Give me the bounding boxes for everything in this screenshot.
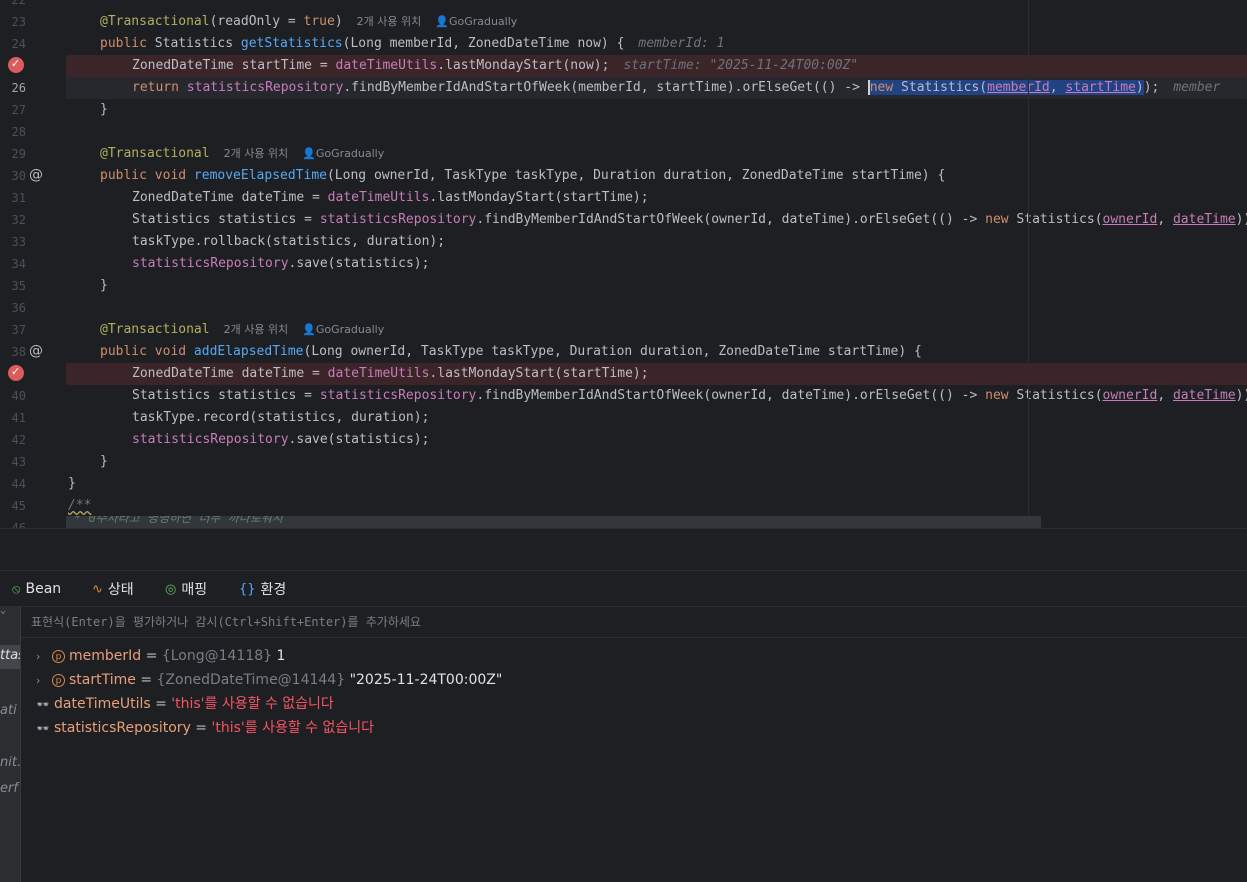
watch-glasses-icon: 👓 xyxy=(36,698,50,711)
tab-bean[interactable]: ⦸ Bean xyxy=(12,579,61,599)
code-line-breakpoint[interactable]: ZonedDateTime startTime = dateTimeUtils.… xyxy=(66,55,1247,77)
code-line[interactable]: /** xyxy=(66,495,1247,517)
line-number: 44 xyxy=(11,477,26,491)
inline-value-hint: memberId: 1 xyxy=(638,36,725,51)
variable-row[interactable]: › p memberId = {Long@14118} 1 xyxy=(36,644,285,668)
line-number: 33 xyxy=(11,235,26,249)
frames-strip[interactable]: ⌄ ttas ati nit. erf xyxy=(0,607,21,882)
frame-item[interactable]: erf xyxy=(0,781,18,796)
code-line[interactable]: taskType.record(statistics, duration); xyxy=(66,407,1247,429)
line-number: 41 xyxy=(11,411,26,425)
usages-hint[interactable]: 2개 사용 위치 xyxy=(357,15,422,28)
bean-icon: ⦸ xyxy=(12,581,21,597)
debug-tabs: ⦸ Bean ∿ 상태 ◎ 매핑 {} 환경 xyxy=(0,571,1247,607)
line-number: 30 xyxy=(11,169,26,183)
code-line[interactable]: public Statistics getStatistics(Long mem… xyxy=(66,33,1247,55)
line-number: 37 xyxy=(11,323,26,337)
code-line[interactable]: @Transactional 2개 사용 위치 👤GoGradually xyxy=(66,319,1247,341)
code-line[interactable]: public void addElapsedTime(Long ownerId,… xyxy=(66,341,1247,363)
chevron-right-icon[interactable]: › xyxy=(36,645,52,669)
frame-item[interactable]: ttas xyxy=(0,648,20,663)
line-number: 32 xyxy=(11,213,26,227)
code-line[interactable]: @Transactional 2개 사용 위치 👤GoGradually xyxy=(66,143,1247,165)
code-line[interactable]: statisticsRepository.save(statistics); xyxy=(66,429,1247,451)
tab-mapping[interactable]: ◎ 매핑 xyxy=(165,579,207,599)
inline-value-hint: startTime: "2025-11-24T00:00Z" xyxy=(623,58,859,73)
line-number: 38 xyxy=(11,345,26,359)
tab-environment[interactable]: {} 환경 xyxy=(239,579,286,599)
status-icon: ∿ xyxy=(92,581,103,597)
code-line[interactable]: } xyxy=(66,451,1247,473)
author-hint[interactable]: 👤GoGradually xyxy=(302,323,384,336)
line-number: 36 xyxy=(11,301,26,315)
code-editor[interactable]: 22 23 24 26 27 28 29 30 @ 31 32 33 34 35… xyxy=(0,0,1247,528)
line-number: 35 xyxy=(11,279,26,293)
spring-endpoint-icon[interactable]: @ xyxy=(28,167,44,183)
author-hint[interactable]: 👤GoGradually xyxy=(302,147,384,160)
author-hint[interactable]: 👤GoGradually xyxy=(435,15,517,28)
variable-row[interactable]: 👓 statisticsRepository = 'this'를 사용할 수 없습… xyxy=(36,716,374,740)
usages-hint[interactable]: 2개 사용 위치 xyxy=(224,323,289,336)
variable-row[interactable]: › p startTime = {ZonedDateTime@14144} "202… xyxy=(36,668,502,692)
code-line[interactable]: } xyxy=(66,275,1247,297)
code-line[interactable]: Statistics statistics = statisticsReposi… xyxy=(66,385,1247,407)
mapping-icon: ◎ xyxy=(165,581,177,597)
debug-panel: ⦸Bean ∿상태 ◎매핑 {}환경 ⌄ ttas ati nit. erf 표… xyxy=(0,570,1247,882)
code-line[interactable]: ZonedDateTime dateTime = dateTimeUtils.l… xyxy=(66,187,1247,209)
line-number: 26 xyxy=(11,81,26,95)
line-number: 40 xyxy=(11,389,26,403)
parameter-icon: p xyxy=(52,673,65,687)
spring-endpoint-icon[interactable]: @ xyxy=(28,343,44,359)
line-number: 34 xyxy=(11,257,26,271)
line-number: 46 xyxy=(11,521,26,528)
variable-row[interactable]: 👓 dateTimeUtils = 'this'를 사용할 수 없습니다 xyxy=(36,692,334,716)
code-line[interactable]: taskType.rollback(statistics, duration); xyxy=(66,231,1247,253)
line-number: 23 xyxy=(11,15,26,29)
inline-value-hint: member xyxy=(1173,80,1221,95)
panel-splitter[interactable] xyxy=(0,528,1247,571)
line-number: 29 xyxy=(11,147,26,161)
line-number: 31 xyxy=(11,191,26,205)
tab-status[interactable]: ∿ 상태 xyxy=(92,579,134,599)
expression-input[interactable]: 표현식(Enter)을 평가하거나 감시(Ctrl+Shift+Enter)를 … xyxy=(21,607,1247,638)
code-line[interactable]: statisticsRepository.save(statistics); xyxy=(66,253,1247,275)
line-number: 42 xyxy=(11,433,26,447)
code-line-partial: * 0주차라고 명명하면 너무 까다로워지 xyxy=(66,516,1041,528)
breakpoint-icon[interactable] xyxy=(8,365,24,381)
chevron-right-icon[interactable]: › xyxy=(36,669,52,693)
code-line[interactable]: Statistics statistics = statisticsReposi… xyxy=(66,209,1247,231)
right-margin-guide xyxy=(1028,0,1029,528)
frame-item[interactable]: ati xyxy=(0,703,17,718)
code-line[interactable]: } xyxy=(66,99,1247,121)
line-number: 43 xyxy=(11,455,26,469)
usages-hint[interactable]: 2개 사용 위치 xyxy=(224,147,289,160)
line-number: 22 xyxy=(11,0,26,7)
code-line-breakpoint[interactable]: ZonedDateTime dateTime = dateTimeUtils.l… xyxy=(66,363,1247,385)
line-number: 28 xyxy=(11,125,26,139)
editor-gutter[interactable]: 22 23 24 26 27 28 29 30 @ 31 32 33 34 35… xyxy=(0,0,66,528)
watch-glasses-icon: 👓 xyxy=(36,722,50,735)
line-number: 45 xyxy=(11,499,26,513)
code-line[interactable]: public void removeElapsedTime(Long owner… xyxy=(66,165,1247,187)
breakpoint-icon[interactable] xyxy=(8,57,24,73)
line-number: 27 xyxy=(11,103,26,117)
chevron-down-icon[interactable]: ⌄ xyxy=(0,607,6,616)
code-line-current[interactable]: return statisticsRepository.findByMember… xyxy=(66,77,1247,99)
frame-item[interactable]: nit. xyxy=(0,755,20,770)
parameter-icon: p xyxy=(52,649,65,663)
line-number: 24 xyxy=(11,37,26,51)
code-line[interactable]: } xyxy=(66,473,1247,495)
environment-icon: {} xyxy=(239,581,256,597)
code-line[interactable]: @Transactional(readOnly = true) 2개 사용 위치 👤… xyxy=(66,11,1247,33)
